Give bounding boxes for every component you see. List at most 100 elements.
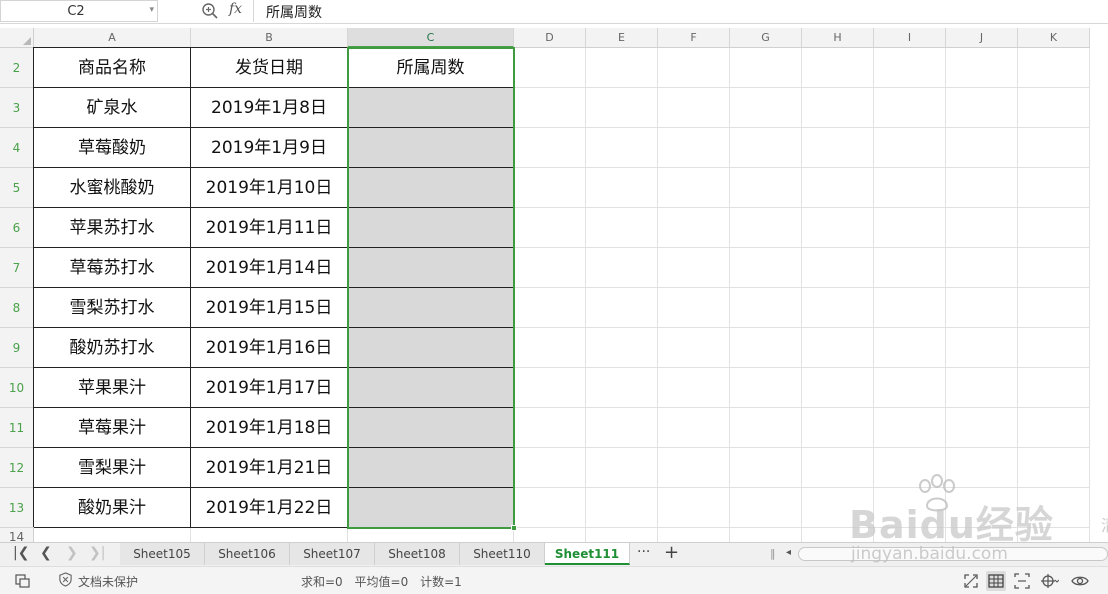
cell-f10[interactable] [658, 368, 730, 408]
sheet-tab-sheet110[interactable]: Sheet110 [460, 543, 545, 565]
cell-i2[interactable] [874, 48, 946, 88]
cell-g3[interactable] [730, 88, 802, 128]
cell-k12[interactable] [1018, 448, 1090, 488]
cell-c4[interactable] [348, 128, 514, 168]
cell-e11[interactable] [586, 408, 658, 448]
cell-b12[interactable]: 2019年1月21日 [191, 448, 348, 488]
cell-c11[interactable] [348, 408, 514, 448]
sheet-tab-sheet106[interactable]: Sheet106 [205, 543, 290, 565]
cell-a4[interactable]: 草莓酸奶 [34, 128, 191, 168]
cell-b5[interactable]: 2019年1月10日 [191, 168, 348, 208]
cell-g6[interactable] [730, 208, 802, 248]
page-break-view-icon[interactable] [1012, 571, 1032, 591]
cell-h2[interactable] [802, 48, 874, 88]
cell-g14[interactable] [730, 528, 802, 542]
cell-e8[interactable] [586, 288, 658, 328]
column-header-h[interactable]: H [802, 28, 874, 48]
cell-k14[interactable] [1018, 528, 1090, 542]
cell-i8[interactable] [874, 288, 946, 328]
cell-c5[interactable] [348, 168, 514, 208]
cell-j11[interactable] [946, 408, 1018, 448]
cell-k9[interactable] [1018, 328, 1090, 368]
cell-g10[interactable] [730, 368, 802, 408]
cell-e14[interactable] [586, 528, 658, 542]
cell-c10[interactable] [348, 368, 514, 408]
cell-c13[interactable] [348, 488, 514, 528]
prev-sheet-icon[interactable]: ❮ [40, 545, 52, 561]
eye-protection-icon[interactable] [1070, 571, 1090, 591]
cell-e6[interactable] [586, 208, 658, 248]
cell-i12[interactable] [874, 448, 946, 488]
column-header-a[interactable]: A [34, 28, 191, 48]
cell-f4[interactable] [658, 128, 730, 168]
more-sheets-icon[interactable]: ··· [637, 544, 650, 560]
cell-d12[interactable] [514, 448, 586, 488]
cell-b2[interactable]: 发货日期 [191, 48, 348, 88]
cell-d11[interactable] [514, 408, 586, 448]
cell-b13[interactable]: 2019年1月22日 [191, 488, 348, 528]
cell-i4[interactable] [874, 128, 946, 168]
cell-k8[interactable] [1018, 288, 1090, 328]
cell-h4[interactable] [802, 128, 874, 168]
cell-i7[interactable] [874, 248, 946, 288]
column-header-b[interactable]: B [191, 28, 348, 48]
cell-h14[interactable] [802, 528, 874, 542]
cell-g12[interactable] [730, 448, 802, 488]
cell-a6[interactable]: 苹果苏打水 [34, 208, 191, 248]
normal-view-icon[interactable] [986, 571, 1006, 591]
select-all-corner[interactable] [0, 28, 34, 48]
cell-e9[interactable] [586, 328, 658, 368]
cell-j10[interactable] [946, 368, 1018, 408]
cell-h6[interactable] [802, 208, 874, 248]
cell-k6[interactable] [1018, 208, 1090, 248]
row-header[interactable]: 3 [0, 88, 34, 128]
cell-j12[interactable] [946, 448, 1018, 488]
cell-k4[interactable] [1018, 128, 1090, 168]
cell-j14[interactable] [946, 528, 1018, 542]
cell-e10[interactable] [586, 368, 658, 408]
cell-a8[interactable]: 雪梨苏打水 [34, 288, 191, 328]
column-header-k[interactable]: K [1018, 28, 1090, 48]
cell-e7[interactable] [586, 248, 658, 288]
zoom-icon[interactable] [201, 2, 219, 20]
cell-d10[interactable] [514, 368, 586, 408]
cell-f3[interactable] [658, 88, 730, 128]
cell-c7[interactable] [348, 248, 514, 288]
cell-h5[interactable] [802, 168, 874, 208]
cell-c9[interactable] [348, 328, 514, 368]
cell-j2[interactable] [946, 48, 1018, 88]
cell-i3[interactable] [874, 88, 946, 128]
cell-k11[interactable] [1018, 408, 1090, 448]
cell-f13[interactable] [658, 488, 730, 528]
row-header[interactable]: 8 [0, 288, 34, 328]
row-header[interactable]: 12 [0, 448, 34, 488]
add-sheet-button[interactable]: + [664, 542, 679, 563]
column-header-e[interactable]: E [586, 28, 658, 48]
cell-i9[interactable] [874, 328, 946, 368]
sheet-tab-sheet111[interactable]: Sheet111 [545, 543, 630, 565]
cell-k7[interactable] [1018, 248, 1090, 288]
cell-b10[interactable]: 2019年1月17日 [191, 368, 348, 408]
cell-b4[interactable]: 2019年1月9日 [191, 128, 348, 168]
cell-e13[interactable] [586, 488, 658, 528]
cell-a12[interactable]: 雪梨果汁 [34, 448, 191, 488]
reading-mode-icon[interactable] [1039, 571, 1059, 591]
sheet-tab-sheet108[interactable]: Sheet108 [375, 543, 460, 565]
last-sheet-icon[interactable]: ❯| [89, 545, 105, 561]
cell-j6[interactable] [946, 208, 1018, 248]
cell-a9[interactable]: 酸奶苏打水 [34, 328, 191, 368]
row-header[interactable]: 7 [0, 248, 34, 288]
cell-h12[interactable] [802, 448, 874, 488]
cell-j3[interactable] [946, 88, 1018, 128]
name-box[interactable]: C2 ▾ [0, 0, 158, 22]
row-header[interactable]: 4 [0, 128, 34, 168]
cell-h7[interactable] [802, 248, 874, 288]
column-header-j[interactable]: J [946, 28, 1018, 48]
cell-d5[interactable] [514, 168, 586, 208]
cell-f14[interactable] [658, 528, 730, 542]
cell-h10[interactable] [802, 368, 874, 408]
cell-h13[interactable] [802, 488, 874, 528]
cell-h11[interactable] [802, 408, 874, 448]
cell-j5[interactable] [946, 168, 1018, 208]
row-header[interactable]: 11 [0, 408, 34, 448]
